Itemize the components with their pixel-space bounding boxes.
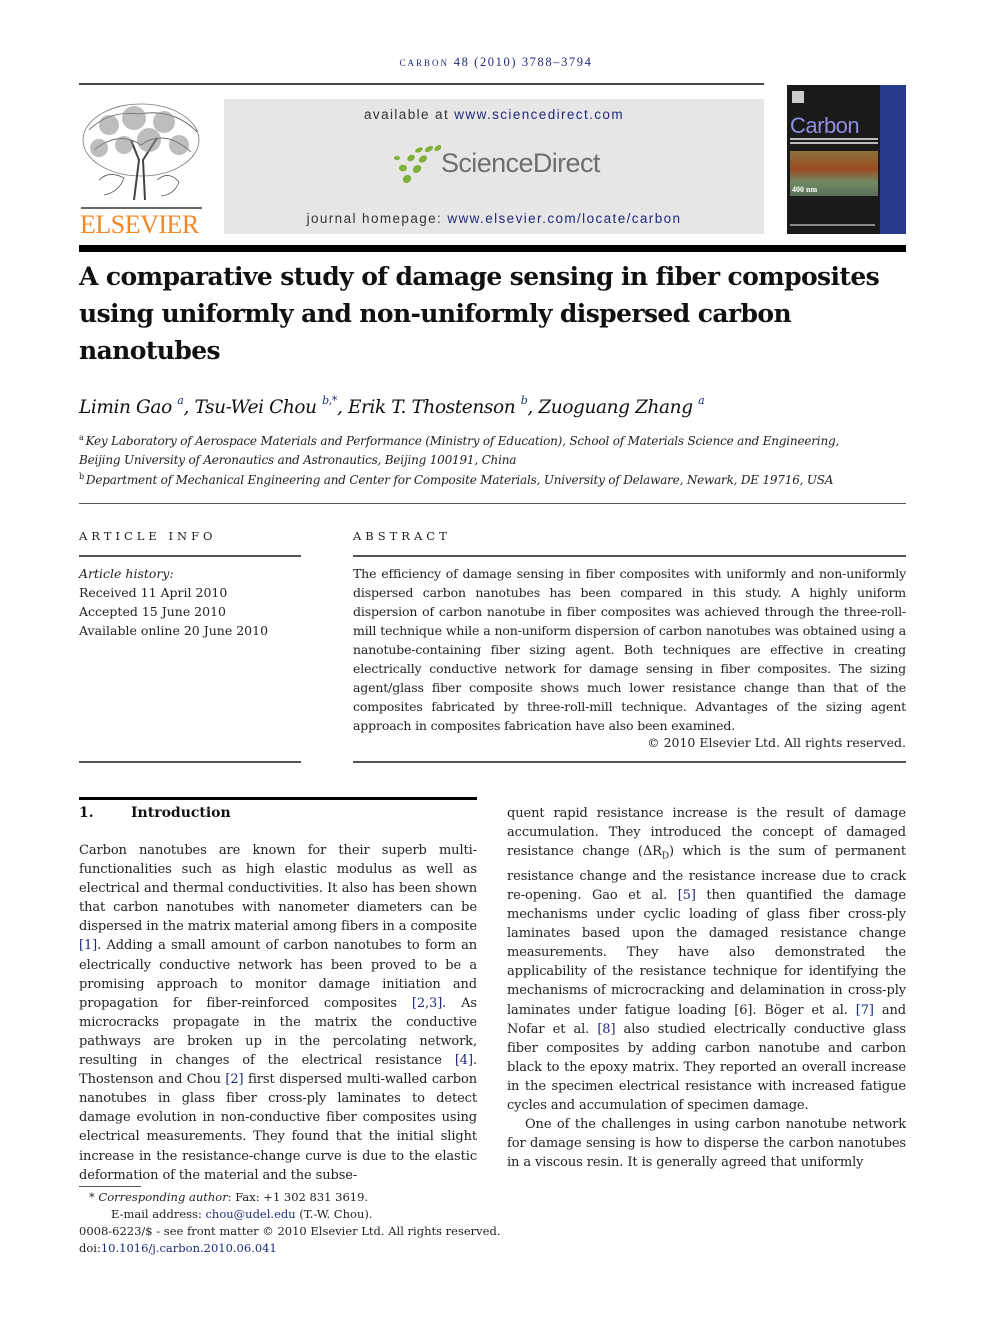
citation-link[interactable]: [2] (225, 1072, 243, 1087)
article-info-rule (79, 555, 301, 557)
sciencedirect-banner: available at www.sciencedirect.com Scien… (224, 99, 764, 234)
affiliation-b: b Department of Mechanical Engineering an… (79, 472, 834, 487)
sciencedirect-dots-icon (394, 144, 442, 184)
paragraph: quent rapid resistance increase is the r… (507, 806, 906, 1113)
article-title: A comparative study of damage sensing in… (79, 262, 880, 365)
sciencedirect-logo: ScienceDirect (389, 144, 600, 184)
available-at: available at www.sciencedirect.com (364, 107, 624, 122)
author-list: Limin Gao a, Tsu-Wei Chou b,*, Erik T. T… (79, 394, 705, 418)
paragraph: One of the challenges in using carbon na… (507, 1117, 906, 1171)
abstract-label: ABSTRACT (353, 529, 451, 543)
abstract-bottom-rule (353, 761, 906, 763)
citation-link[interactable]: [8] (597, 1022, 615, 1037)
footnotes: * Corresponding author: Fax: +1 302 831 … (79, 1189, 501, 1257)
author: Tsu-Wei Chou (194, 397, 317, 418)
cover-title: Carbon (790, 113, 860, 138)
author-affil-ref[interactable]: b,* (322, 394, 337, 407)
citation-link[interactable]: [7] (856, 1003, 874, 1018)
email-note: E-mail address: chou@udel.edu (T.-W. Cho… (111, 1207, 373, 1221)
author: Limin Gao (79, 397, 172, 418)
article-info-bottom-rule (79, 761, 301, 763)
header-rule (79, 83, 764, 85)
body-column-right: quent rapid resistance increase is the r… (507, 804, 906, 1172)
cover-scale-label: 400 nm (792, 185, 818, 194)
elsevier-wordmark: ELSEVIER (80, 210, 199, 239)
author: Zuoguang Zhang (538, 397, 693, 418)
history-label: Article history: (79, 566, 174, 581)
corresponding-author-note: * Corresponding author: Fax: +1 302 831 … (89, 1190, 369, 1204)
body-column-left: Carbon nanotubes are known for their sup… (79, 841, 477, 1185)
section-heading: 1. Introduction (79, 805, 231, 821)
author-affil-ref[interactable]: a (177, 394, 184, 407)
journal-cover: Carbon 400 nm (787, 85, 906, 234)
received-date: Received 11 April 2010 (79, 585, 228, 600)
sciencedirect-link[interactable]: www.sciencedirect.com (454, 107, 624, 122)
affiliation-rule (79, 503, 906, 504)
journal-name: carbon (399, 55, 450, 69)
citation: 48 (2010) 3788–3794 (453, 55, 593, 69)
citation-link[interactable]: [2,3] (412, 996, 442, 1011)
author: Erik T. Thostenson (347, 397, 516, 418)
affiliation-a-cont: Beijing University of Aeronautics and As… (79, 453, 517, 467)
abstract-copyright: © 2010 Elsevier Ltd. All rights reserved… (647, 735, 906, 750)
journal-homepage-link[interactable]: www.elsevier.com/locate/carbon (447, 211, 681, 226)
doi-link[interactable]: 10.1016/j.carbon.2010.06.041 (101, 1241, 277, 1255)
section-title: Introduction (131, 805, 231, 821)
citation-link[interactable]: [5] (678, 888, 696, 903)
affiliation-a: a Key Laboratory of Aerospace Materials a… (79, 433, 840, 448)
accepted-date: Accepted 15 June 2010 (79, 604, 226, 619)
sciencedirect-wordmark: ScienceDirect (441, 148, 600, 178)
section-rule (79, 797, 477, 800)
citation-link[interactable]: [1] (79, 938, 97, 953)
email-link[interactable]: chou@udel.edu (205, 1207, 295, 1221)
online-date: Available online 20 June 2010 (79, 623, 269, 638)
section-number: 1. (79, 805, 94, 821)
title-rule (79, 245, 906, 252)
running-head: carbon 48 (2010) 3788–3794 (0, 55, 992, 70)
cover-qr-icon (792, 91, 804, 103)
abstract-rule (353, 555, 906, 557)
paragraph: Carbon nanotubes are known for their sup… (79, 843, 477, 1183)
footnote-rule (79, 1186, 141, 1187)
abstract-text: The efficiency of damage sensing in fibe… (353, 566, 906, 733)
doi-line: doi:10.1016/j.carbon.2010.06.041 (79, 1241, 277, 1255)
article-history: Article history: Received 11 April 2010 … (79, 564, 268, 640)
author-affil-ref[interactable]: b (521, 394, 528, 407)
journal-homepage: journal homepage: www.elsevier.com/locat… (306, 211, 682, 226)
citation-link[interactable]: [4] (455, 1053, 473, 1068)
article-info-label: ARTICLE INFO (79, 529, 217, 543)
author-affil-ref[interactable]: a (698, 394, 705, 407)
issn-line: 0008-6223/$ - see front matter © 2010 El… (79, 1224, 501, 1238)
